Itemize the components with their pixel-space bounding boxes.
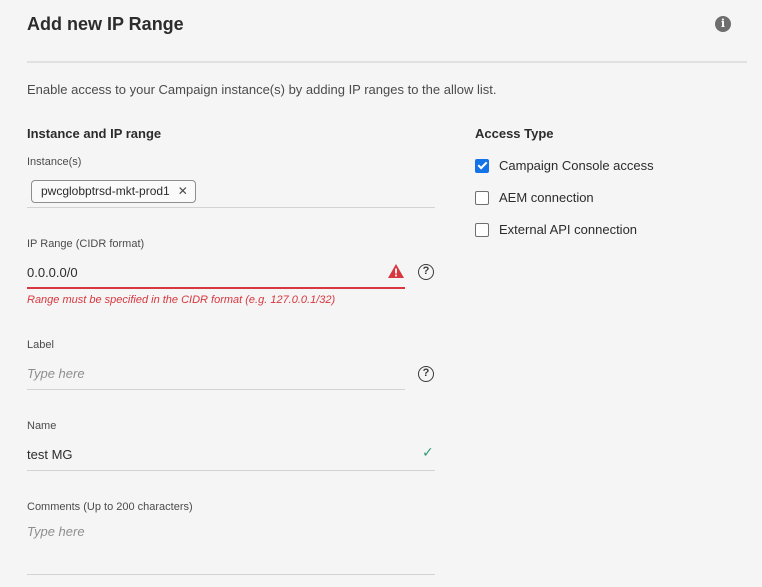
info-icon[interactable]: i (715, 16, 731, 32)
name-input[interactable] (27, 444, 407, 464)
instance-tag-label: pwcglobptrsd-mkt-prod1 (41, 184, 170, 198)
name-field-label: Name (27, 420, 57, 432)
ip-range-input[interactable] (27, 262, 377, 282)
description-text: Enable access to your Campaign instance(… (27, 82, 497, 97)
access-option-label: Campaign Console access (499, 158, 654, 173)
page-title: Add new IP Range (27, 14, 184, 34)
ip-range-error-text: Range must be specified in the CIDR form… (27, 294, 336, 306)
comments-underline (27, 574, 435, 575)
access-type-heading: Access Type (475, 126, 554, 141)
access-option-external-api[interactable]: External API connection (475, 222, 637, 237)
instances-underline (27, 207, 435, 208)
label-input[interactable] (27, 363, 397, 383)
instance-section-heading: Instance and IP range (27, 126, 162, 141)
access-option-aem-connection[interactable]: AEM connection (475, 190, 594, 205)
label-field-label: Label (27, 339, 54, 351)
name-underline (27, 470, 435, 471)
ip-range-underline (27, 287, 405, 289)
ip-range-label: IP Range (CIDR format) (27, 238, 145, 250)
header-divider (27, 61, 747, 63)
label-underline (27, 389, 405, 390)
checkmark-icon: ✓ (422, 444, 434, 460)
instances-label: Instance(s) (27, 156, 82, 168)
alert-triangle-icon (388, 264, 404, 278)
help-icon[interactable]: ? (418, 264, 434, 280)
checkbox-icon[interactable] (475, 190, 489, 205)
access-option-label: External API connection (499, 222, 638, 237)
instance-tag[interactable]: pwcglobptrsd-mkt-prod1 ✕ (31, 180, 196, 203)
checkbox-checked-icon[interactable] (475, 158, 489, 173)
comments-textarea[interactable] (27, 524, 427, 568)
comments-field-label: Comments (Up to 200 characters) (27, 501, 193, 513)
close-icon[interactable]: ✕ (178, 181, 188, 202)
access-option-label: AEM connection (499, 190, 594, 205)
help-icon[interactable]: ? (418, 366, 434, 382)
checkbox-icon[interactable] (475, 222, 489, 237)
access-option-campaign-console[interactable]: Campaign Console access (475, 158, 654, 173)
